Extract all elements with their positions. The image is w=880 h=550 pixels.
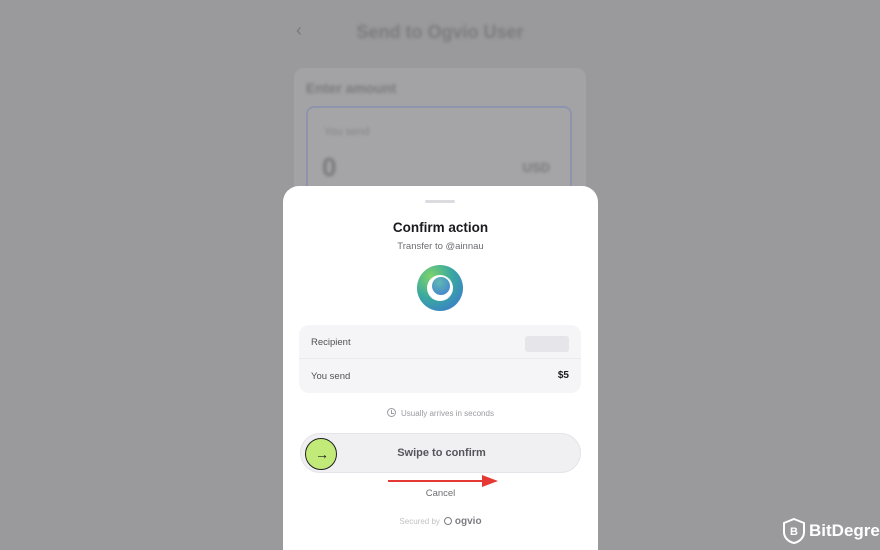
confirm-action-sheet: Confirm action Transfer to @ainnau Recip…	[283, 186, 598, 550]
transfer-details: Recipient You send $5	[299, 325, 581, 393]
clock-icon	[387, 408, 397, 417]
page-title: Send to Ogvio User	[356, 22, 524, 42]
secured-by-footer: Secured by ogvio	[283, 516, 598, 527]
shield-logo-icon: B	[783, 518, 805, 544]
send-amount-value: $5	[557, 370, 569, 381]
secured-prefix: Secured by	[399, 517, 440, 526]
sheet-grabber[interactable]	[425, 200, 455, 203]
amount-section-label: Enter amount	[306, 80, 397, 96]
swipe-label: Swipe to confirm	[397, 447, 486, 459]
cancel-button[interactable]: Cancel	[283, 488, 598, 499]
recipient-value-blurred	[525, 336, 569, 352]
annotation-arrow-icon	[388, 475, 498, 487]
sheet-title: Confirm action	[392, 220, 489, 235]
arrival-text: Usually arrives in seconds	[401, 409, 494, 418]
svg-text:B: B	[790, 526, 798, 538]
swipe-to-confirm-slider[interactable]: → Swipe to confirm	[300, 433, 581, 473]
amount-input-value: 0	[322, 152, 337, 182]
watermark-text: BitDegree	[809, 521, 880, 540]
detail-row-recipient: Recipient	[299, 325, 581, 359]
arrival-note: Usually arrives in seconds	[283, 408, 598, 418]
amount-input[interactable]: You send 0 USD	[306, 106, 572, 196]
recipient-avatar-icon	[417, 265, 463, 311]
sheet-subtitle: Transfer to @ainnau	[397, 241, 484, 252]
recipient-label: Recipient	[311, 337, 351, 348]
amount-input-label: You send	[324, 126, 370, 138]
detail-row-amount: You send $5	[299, 359, 581, 393]
currency-unit: USD	[522, 160, 550, 175]
secured-brand: ogvio	[454, 516, 482, 527]
ogvio-logo-icon	[443, 517, 452, 525]
send-amount-label: You send	[311, 371, 351, 382]
